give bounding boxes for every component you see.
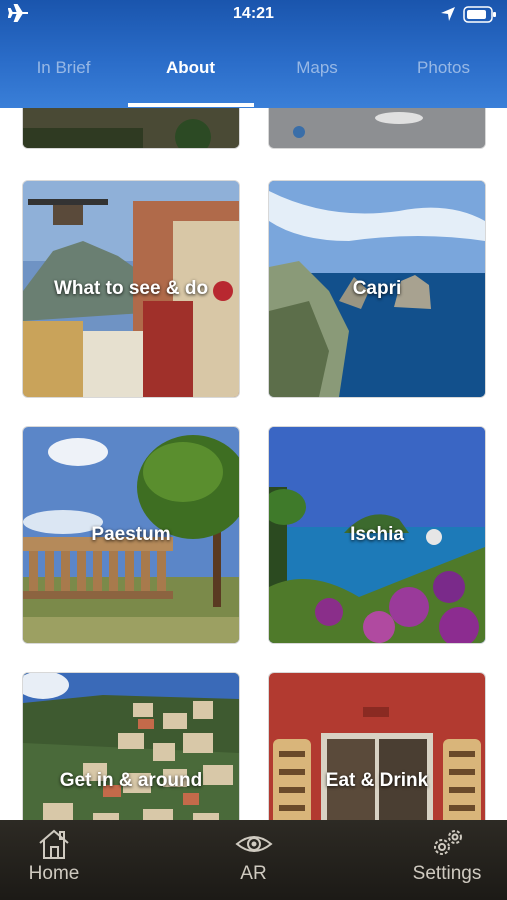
nav-label: Settings <box>412 863 482 884</box>
status-bar: 14:21 <box>0 0 507 28</box>
tile-eat-drink[interactable]: Eat & Drink <box>269 673 485 820</box>
section-tabs: In Brief About Maps Photos <box>0 48 507 88</box>
gears-icon <box>434 830 462 855</box>
bottom-nav: Home AR Settings <box>0 820 507 900</box>
tab-photos[interactable]: Photos <box>380 48 507 88</box>
tab-about[interactable]: About <box>127 48 254 88</box>
nav-settings[interactable]: Settings <box>392 820 502 900</box>
active-tab-indicator <box>128 103 254 107</box>
tile-label: What to see & do <box>53 278 209 299</box>
location-arrow-icon <box>441 7 455 21</box>
tab-in-brief[interactable]: In Brief <box>0 48 127 88</box>
tile-label: Ischia <box>350 524 404 545</box>
home-icon <box>39 829 69 859</box>
tile-partial-left[interactable] <box>23 108 239 148</box>
tile-ischia[interactable]: Ischia <box>269 427 485 643</box>
tile-label: Get in & around <box>59 770 203 791</box>
tile-partial-right[interactable] <box>269 108 485 148</box>
tile-get-in-around[interactable]: Get in & around <box>23 673 239 820</box>
nav-home[interactable]: Home <box>0 820 108 900</box>
tile-label: Capri <box>352 278 402 299</box>
nav-label: Home <box>28 863 80 884</box>
tile-label: Eat & Drink <box>325 770 429 791</box>
app-header: 14:21 In Brief About Maps Photos <box>0 0 507 108</box>
tile-what-to-see[interactable]: What to see & do <box>23 181 239 397</box>
nav-ar[interactable]: AR <box>200 820 307 900</box>
tile-label: Paestum <box>91 524 171 545</box>
about-grid: What to see & do Capri Paestum Ischia Ge… <box>0 108 507 820</box>
tile-capri[interactable]: Capri <box>269 181 485 397</box>
status-time: 14:21 <box>233 5 274 22</box>
nav-label: AR <box>240 863 267 884</box>
tile-paestum[interactable]: Paestum <box>23 427 239 643</box>
eye-icon <box>234 836 273 852</box>
battery-icon <box>463 6 496 23</box>
tab-maps[interactable]: Maps <box>254 48 380 88</box>
